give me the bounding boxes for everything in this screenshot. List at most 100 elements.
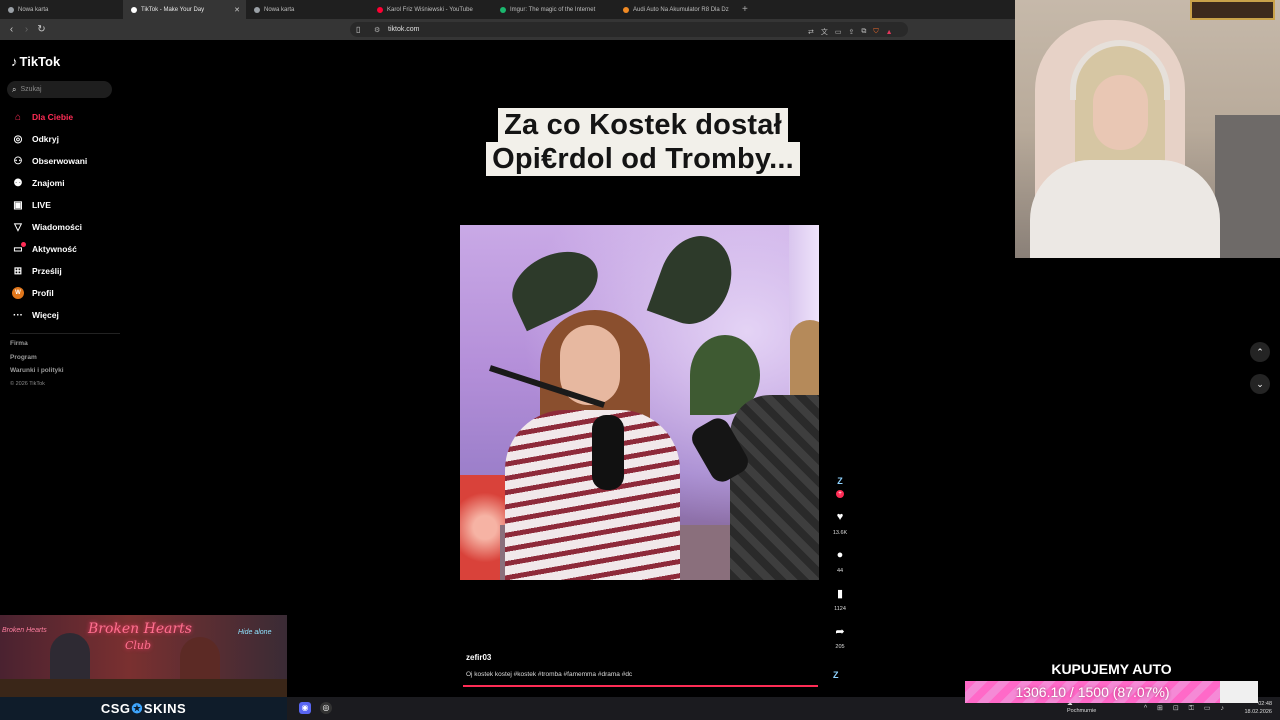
comment-button[interactable]: ● 44 (826, 549, 854, 574)
bookmark-icon[interactable]: ▯ (356, 25, 360, 34)
sidebar-item-explore[interactable]: ◎ Odkryj (0, 128, 125, 150)
tab-label: Imgur: The magic of the Internet (510, 6, 596, 13)
tab-new-2[interactable]: Nowa karta (246, 0, 369, 19)
logo-text: TikTok (19, 54, 61, 69)
video-progress-bar[interactable] (463, 685, 818, 687)
sidebar-item-following[interactable]: ⚇ Obserwowani (0, 150, 125, 172)
microphone (592, 415, 624, 490)
discord-icon[interactable]: ◉ (299, 702, 311, 714)
share-arrow-icon: ➦ (835, 626, 845, 638)
sound-disc-icon[interactable]: Z (833, 670, 839, 680)
back-icon[interactable]: ‹ (4, 24, 19, 35)
footer-link-program[interactable]: Program (10, 354, 64, 368)
site-info-icon[interactable]: ⚙ (374, 26, 380, 34)
install-app-icon[interactable]: ▭ (835, 28, 842, 36)
language-icon[interactable]: 文 (821, 27, 828, 37)
comment-icon: ● (836, 549, 844, 561)
tab-label: TikTok - Make Your Day (141, 6, 205, 13)
banner-title: Broken Hearts (88, 621, 192, 637)
tab-label: Nowa karta (264, 6, 295, 13)
footer-link-terms[interactable]: Warunki i polityki (10, 367, 64, 381)
sidebar-item-label: Aktywność (32, 244, 77, 254)
chevron-down-icon: ⌄ (1256, 378, 1264, 389)
sidebar-item-live[interactable]: ▣ LIVE (0, 194, 125, 216)
friends-icon: ⚉ (13, 177, 23, 189)
share-button[interactable]: ➦ 205 (826, 625, 854, 650)
close-tab-icon[interactable]: ✕ (234, 6, 240, 14)
video-author[interactable]: zefir03 (466, 653, 491, 662)
creator-avatar[interactable]: Z (833, 476, 847, 490)
video-description[interactable]: Oj kostek kostej #kostek #tromba #famemm… (466, 671, 632, 678)
sidebar: ♪ TikTok ⌕ Szukaj ⌂ Dla Ciebie ◎ Odkryj ⚇ Ob… (0, 40, 125, 440)
tab-new-1[interactable]: Nowa karta (0, 0, 123, 19)
tab-label: Nowa karta (18, 6, 49, 13)
sidebar-item-label: Obserwowani (32, 156, 88, 166)
next-video-button[interactable]: ⌄ (1250, 374, 1270, 394)
live-icon: ▣ (13, 199, 23, 211)
reload-icon[interactable]: ↻ (34, 24, 49, 35)
save-count: 1124 (834, 606, 846, 612)
system-tray-icons[interactable]: ^ ⊞ ⊡ ⚿ ▭ ♪ (1144, 704, 1228, 713)
banner-neon-sign: Broken Hearts (2, 627, 47, 634)
tiktok-note-icon: ♪ (11, 54, 18, 69)
forward-icon[interactable]: › (19, 24, 34, 35)
sidebar-item-activity[interactable]: ▭ Aktywność (0, 238, 125, 260)
sidebar-item-friends[interactable]: ⚉ Znajomi (0, 172, 125, 194)
tab-audi[interactable]: Audi Auto Na Akumulator R8 Dla Dz (615, 0, 738, 19)
sponsor-logo: CSG ✪ SKINS (0, 697, 287, 720)
obs-icon[interactable]: ◎ (320, 702, 332, 714)
video-caption: Za co Kostek dostał Opi€rdol od Tromby..… (468, 108, 818, 188)
compass-icon: ◎ (13, 133, 23, 145)
brave-shield-icon[interactable]: ⛉ (873, 28, 878, 36)
sidebar-item-more[interactable]: ··· Więcej (0, 304, 125, 326)
sidebar-item-label: LIVE (32, 200, 51, 210)
previous-video-button[interactable]: ⌃ (1250, 342, 1270, 362)
webcam-overlay (1015, 0, 1280, 258)
sidebar-item-upload[interactable]: ⊞ Prześlij (0, 260, 125, 282)
caption-line-1: Za co Kostek dostał (498, 108, 788, 142)
tiktok-logo[interactable]: ♪ TikTok (11, 54, 60, 69)
follow-plus-icon[interactable]: + (836, 490, 844, 498)
goal-progress-text: 1306.10 / 1500 (87.07%) (1015, 684, 1170, 700)
like-button[interactable]: ♥ 13.6K (826, 511, 854, 536)
extensions-icon[interactable]: ⧉ (861, 28, 866, 36)
send-icon: ▽ (14, 221, 22, 233)
audi-favicon (623, 6, 629, 13)
sidebar-item-label: Odkryj (32, 134, 59, 144)
weather-widget[interactable]: ☁ Pochmurnie (1067, 701, 1096, 715)
tab-youtube[interactable]: Karol Friz Wiśniewski - YouTube (369, 0, 492, 19)
avatar: W (12, 287, 24, 299)
sidebar-item-profile[interactable]: W Profil (0, 282, 125, 304)
sidebar-item-label: Więcej (32, 310, 59, 320)
sidebar-nav: ⌂ Dla Ciebie ◎ Odkryj ⚇ Obserwowani ⚉ Znajom… (0, 106, 125, 326)
sidebar-item-label: Wiadomości (32, 222, 82, 232)
chevron-up-icon: ⌃ (1256, 346, 1264, 357)
address-bar[interactable]: ▯ ⚙ tiktok.com ⇄ 文 ▭ ⇪ ⧉ ⛉ ▲ (350, 22, 908, 37)
share-icon[interactable]: ⇪ (849, 28, 855, 36)
tiktok-favicon (131, 6, 137, 13)
tab-label: Audi Auto Na Akumulator R8 Dla Dz (633, 6, 729, 13)
url-text: tiktok.com (388, 26, 420, 33)
sidebar-item-label: Prześlij (32, 266, 62, 276)
search-input[interactable]: ⌕ Szukaj (7, 81, 112, 98)
toolbar: ‹ › ↻ ▯ ⚙ tiktok.com ⇄ 文 ▭ ⇪ ⧉ ⛉ ▲ (0, 19, 1015, 40)
sidebar-item-messages[interactable]: ▽ Wiadomości (0, 216, 125, 238)
video-person-right (730, 395, 819, 580)
footer-link-company[interactable]: Firma (10, 340, 64, 354)
caption-line-2: Opi€rdol od Tromby... (486, 142, 800, 176)
tab-tiktok[interactable]: TikTok - Make Your Day ✕ (123, 0, 246, 19)
save-button[interactable]: ▮ 1124 (826, 587, 854, 612)
share-count: 205 (835, 644, 845, 650)
translate-icon[interactable]: ⇄ (808, 28, 814, 36)
new-tab-button[interactable]: + (742, 4, 748, 15)
sidebar-item-for-you[interactable]: ⌂ Dla Ciebie (0, 106, 125, 128)
video-player[interactable] (460, 225, 819, 580)
heart-icon: ♥ (836, 511, 844, 523)
comment-count: 44 (836, 568, 844, 574)
tab-imgur[interactable]: Imgur: The magic of the Internet (492, 0, 615, 19)
brave-rewards-icon[interactable]: ▲ (886, 29, 893, 36)
more-icon: ··· (13, 309, 23, 321)
action-bar: Z + ♥ 13.6K ● 44 ▮ 1124 ➦ 205 (826, 476, 854, 650)
wall-picture (1190, 0, 1275, 20)
sidebar-item-label: Dla Ciebie (32, 112, 74, 122)
